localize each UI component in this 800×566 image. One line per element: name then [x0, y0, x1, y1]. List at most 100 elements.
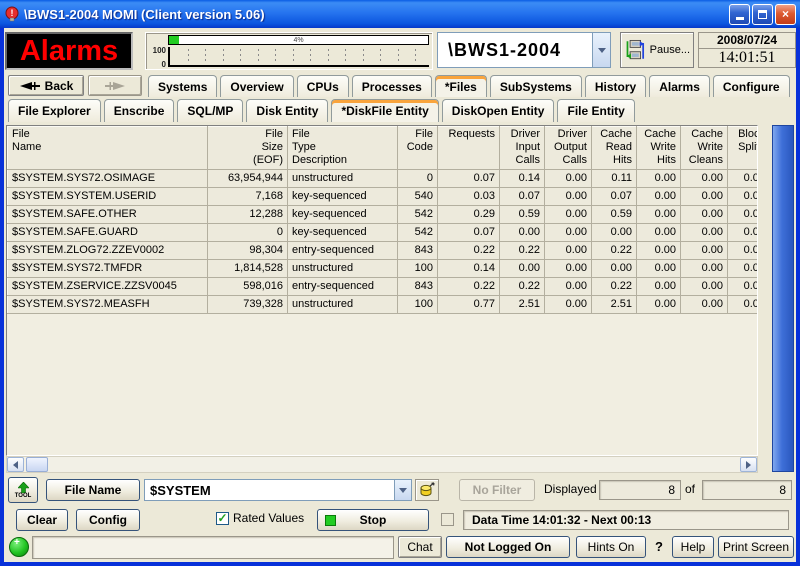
chat-button[interactable]: Chat — [398, 536, 442, 558]
app-bulb-icon: ! — [4, 6, 20, 22]
table-cell: 843 — [398, 278, 438, 296]
rated-values-checkbox[interactable]: ✓ — [216, 512, 229, 525]
column-header[interactable]: Driver Input Calls — [500, 127, 545, 170]
subtab-file-entity[interactable]: File Entity — [557, 99, 634, 122]
table-row[interactable]: $SYSTEM.ZLOG72.ZZEV000298,304entry-seque… — [8, 242, 759, 260]
scroll-left-button[interactable] — [7, 457, 24, 472]
no-filter-label: No Filter — [473, 483, 522, 497]
horizontal-scrollbar[interactable] — [6, 456, 758, 473]
tab-history[interactable]: History — [585, 75, 646, 97]
table-row[interactable]: $SYSTEM.SAFE.OTHER12,288key-sequenced542… — [8, 206, 759, 224]
data-transfer-icon — [624, 37, 647, 63]
tab-systems[interactable]: Systems — [148, 75, 217, 97]
file-filter-dropdown-button[interactable] — [394, 480, 411, 500]
system-selector[interactable]: \BWS1-2004 — [437, 32, 611, 68]
column-header[interactable]: File Code — [398, 127, 438, 170]
tab-alarms[interactable]: Alarms — [649, 75, 710, 97]
minimize-button[interactable] — [729, 4, 750, 25]
back-button[interactable]: Back — [8, 75, 84, 96]
gauge-max-label: 100 — [148, 46, 166, 55]
table-cell: 0.00 — [545, 170, 592, 188]
tab-cpus[interactable]: CPUs — [297, 75, 349, 97]
maximize-button[interactable] — [752, 4, 773, 25]
hints-label: Hints On — [588, 540, 635, 554]
table-cell: 0.07 — [438, 224, 500, 242]
table-cell: 0.29 — [438, 206, 500, 224]
pause-button[interactable]: Pause... — [620, 32, 694, 68]
table-cell: unstructured — [288, 296, 398, 314]
filter-cylinder-icon — [419, 482, 435, 498]
column-header[interactable]: Cache Write Hits — [637, 127, 681, 170]
config-button[interactable]: Config — [76, 509, 140, 531]
rated-values-option[interactable]: ✓ Rated Values — [216, 511, 304, 525]
connection-status-icon[interactable] — [9, 537, 29, 557]
forward-button[interactable] — [88, 75, 142, 96]
vertical-scrollbar[interactable] — [772, 125, 794, 472]
stop-button[interactable]: Stop — [317, 509, 429, 531]
table-row[interactable]: $SYSTEM.SYS72.TMFDR1,814,528unstructured… — [8, 260, 759, 278]
gauge-gridline — [310, 49, 311, 64]
table-cell: 0.00 — [681, 296, 728, 314]
table-row[interactable]: $SYSTEM.SYS72.MEASFH739,328unstructured1… — [8, 296, 759, 314]
window-title: \BWS1-2004 MOMI (Client version 5.06) — [24, 7, 727, 22]
current-date: 2008/07/24 — [698, 32, 796, 49]
alarms-indicator[interactable]: Alarms — [5, 32, 133, 70]
table-cell: 0.03 — [438, 188, 500, 206]
green-square-icon — [325, 515, 336, 526]
scroll-right-button[interactable] — [740, 457, 757, 472]
column-header[interactable]: Requests — [438, 127, 500, 170]
stop-label: Stop — [360, 513, 387, 527]
tab-configure[interactable]: Configure — [713, 75, 790, 97]
table-cell: unstructured — [288, 260, 398, 278]
table-cell: 0.22 — [500, 278, 545, 296]
pause-label: Pause... — [650, 44, 690, 56]
table-row[interactable]: $SYSTEM.ZSERVICE.ZZSV0045598,016entry-se… — [8, 278, 759, 296]
tab-overview[interactable]: Overview — [220, 75, 293, 97]
subtab-diskopen-entity[interactable]: DiskOpen Entity — [442, 99, 555, 122]
column-header[interactable]: Cache Read Hits — [592, 127, 637, 170]
clear-button[interactable]: Clear — [16, 509, 68, 531]
tab-subsystems[interactable]: SubSystems — [490, 75, 582, 97]
table-header-row: File NameFile Size (EOF)File Type Descri… — [8, 127, 759, 170]
of-label: of — [685, 482, 695, 496]
horizontal-scroll-thumb[interactable] — [26, 457, 48, 472]
app-window: ! \BWS1-2004 MOMI (Client version 5.06) … — [0, 0, 800, 566]
timer-checkbox[interactable] — [441, 513, 454, 526]
close-button[interactable]: × — [775, 4, 796, 25]
tab-processes[interactable]: Processes — [352, 75, 432, 97]
subtab-file-explorer[interactable]: File Explorer — [8, 99, 101, 122]
tool-button[interactable]: TOOL — [8, 477, 38, 503]
table-row[interactable]: $SYSTEM.SYS72.OSIMAGE63,954,944unstructu… — [8, 170, 759, 188]
table-row[interactable]: $SYSTEM.SAFE.GUARD0key-sequenced5420.070… — [8, 224, 759, 242]
subtab-enscribe[interactable]: Enscribe — [104, 99, 175, 122]
table-cell: 100 — [398, 296, 438, 314]
gauge-gridline — [275, 49, 276, 64]
table-cell: 0.07 — [500, 188, 545, 206]
hints-button[interactable]: Hints On — [576, 536, 646, 558]
table-row[interactable]: $SYSTEM.SYSTEM.USERID7,168key-sequenced5… — [8, 188, 759, 206]
column-header[interactable]: Block Splits — [728, 127, 759, 170]
column-header[interactable]: Cache Write Cleans — [681, 127, 728, 170]
table-cell: 0.00 — [681, 170, 728, 188]
table-cell: $SYSTEM.ZLOG72.ZZEV0002 — [8, 242, 208, 260]
help-button[interactable]: Help — [672, 536, 714, 558]
table-cell: $SYSTEM.SAFE.GUARD — [8, 224, 208, 242]
system-selector-dropdown-button[interactable] — [592, 33, 610, 67]
file-filter-combo[interactable]: $SYSTEM — [144, 479, 412, 501]
chevron-left-icon — [13, 461, 18, 469]
tab-files[interactable]: *Files — [435, 75, 487, 97]
filter-tool-button[interactable] — [415, 479, 439, 501]
column-header[interactable]: File Size (EOF) — [208, 127, 288, 170]
action-controls-row: Clear Config ✓ Rated Values Stop Data Ti… — [4, 507, 796, 533]
column-header[interactable]: Driver Output Calls — [545, 127, 592, 170]
subtab-disk-entity[interactable]: Disk Entity — [246, 99, 328, 122]
print-screen-button[interactable]: Print Screen — [718, 536, 794, 558]
column-header[interactable]: File Name — [8, 127, 208, 170]
table-cell: 0.00 — [681, 188, 728, 206]
logon-button[interactable]: Not Logged On — [446, 536, 570, 558]
no-filter-button[interactable]: No Filter — [459, 479, 535, 501]
subtab-sql-mp[interactable]: SQL/MP — [177, 99, 243, 122]
subtab-diskfile-entity[interactable]: *DiskFile Entity — [331, 99, 438, 122]
column-header[interactable]: File Type Description — [288, 127, 398, 170]
file-name-button[interactable]: File Name — [46, 479, 140, 501]
